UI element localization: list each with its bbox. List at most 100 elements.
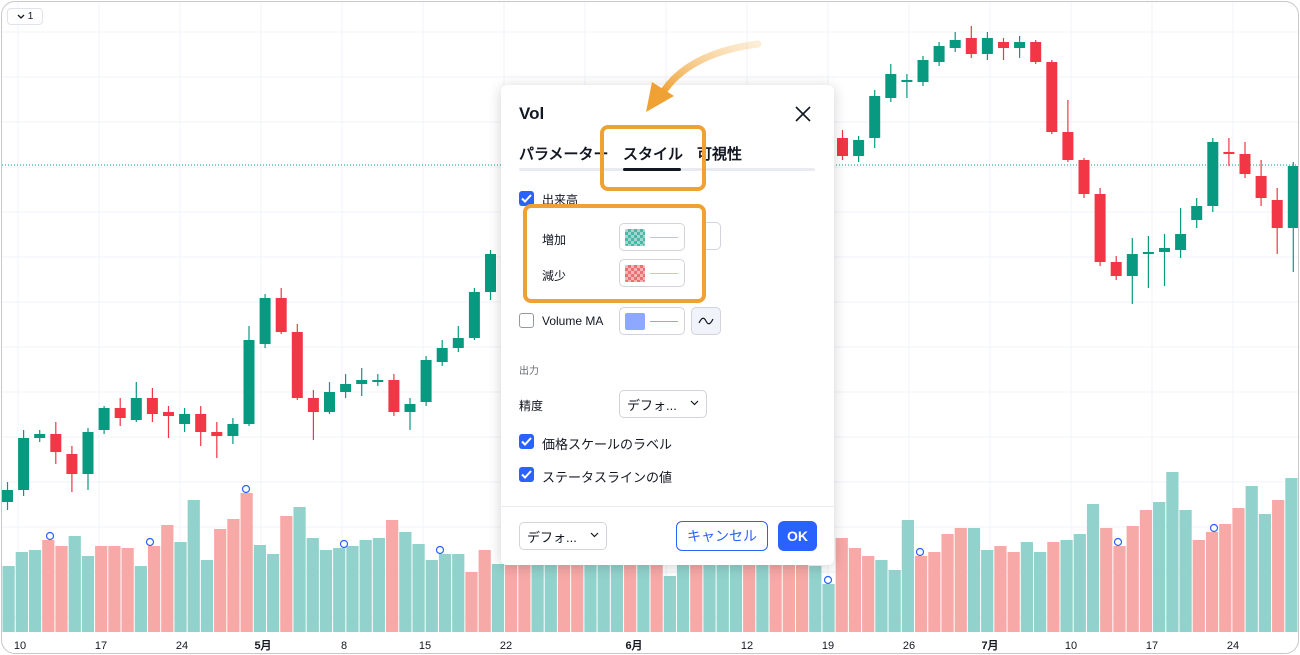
x-axis-tick-label: 8 bbox=[341, 640, 347, 652]
volume-bar bbox=[147, 546, 161, 632]
volume-bar bbox=[293, 507, 306, 632]
volume-bar bbox=[253, 545, 266, 632]
chevron-down-icon bbox=[590, 532, 599, 538]
volume-bar bbox=[280, 516, 293, 632]
status-line-checkbox[interactable] bbox=[519, 467, 534, 482]
x-axis-tick-label: 24 bbox=[176, 640, 188, 652]
volume-bar bbox=[1166, 472, 1179, 632]
volume-bar bbox=[1153, 502, 1166, 632]
marker-icon bbox=[1113, 537, 1123, 547]
falling-color-button[interactable] bbox=[619, 259, 685, 287]
candle-body bbox=[404, 404, 416, 412]
volume-ma-line-preview bbox=[650, 321, 678, 322]
volume-bar bbox=[386, 520, 399, 632]
volume-bar bbox=[1139, 510, 1153, 632]
precision-label: 精度 bbox=[519, 399, 544, 413]
candle-body bbox=[1255, 176, 1267, 198]
dialog-title: Vol bbox=[519, 104, 545, 123]
candle-body bbox=[485, 254, 496, 292]
close-icon[interactable] bbox=[793, 104, 813, 124]
candle-body bbox=[436, 348, 448, 362]
volume-bar bbox=[42, 540, 55, 632]
marker-icon bbox=[45, 531, 55, 541]
volume-bar bbox=[1179, 510, 1192, 632]
volume-bar bbox=[505, 560, 518, 632]
candle-body bbox=[1239, 154, 1251, 174]
growing-color-button[interactable] bbox=[619, 223, 685, 251]
candle-body bbox=[468, 292, 480, 338]
candle-body bbox=[2, 490, 13, 502]
tab-parameters[interactable]: パラメーター bbox=[519, 143, 609, 164]
candle-body bbox=[917, 60, 929, 82]
volume-ma-line-style-button[interactable] bbox=[691, 307, 721, 335]
wave-line-icon bbox=[698, 317, 714, 325]
candle-body bbox=[66, 454, 78, 474]
checkmark-icon bbox=[521, 437, 532, 446]
volume-bar bbox=[994, 546, 1007, 632]
volume-bar bbox=[967, 528, 981, 632]
volume-bar bbox=[1100, 528, 1113, 632]
candle-body bbox=[901, 80, 913, 82]
precision-select[interactable]: デフォ... bbox=[619, 390, 707, 418]
volume-ma-color-button[interactable] bbox=[619, 307, 685, 335]
volume-bar bbox=[425, 560, 438, 632]
volume-bar bbox=[1073, 534, 1086, 632]
defaults-select[interactable]: デフォ... bbox=[519, 522, 607, 550]
checkmark-icon bbox=[521, 470, 532, 479]
volume-bar bbox=[1205, 532, 1219, 632]
price-scale-label-checkbox[interactable] bbox=[519, 434, 534, 449]
candle-body bbox=[82, 432, 94, 474]
candle-body bbox=[1062, 132, 1074, 160]
volume-bar bbox=[888, 570, 901, 632]
candle-body bbox=[307, 398, 319, 412]
candle-body bbox=[1046, 62, 1058, 132]
volume-bar bbox=[2, 566, 15, 632]
pane-toggle-button[interactable]: 1 bbox=[7, 8, 43, 25]
volume-bar bbox=[835, 538, 848, 632]
volume-bar bbox=[55, 546, 68, 632]
cancel-button[interactable]: キャンセル bbox=[676, 521, 768, 551]
marker-icon bbox=[339, 539, 349, 549]
candle-body bbox=[1207, 142, 1219, 206]
volume-bar bbox=[650, 554, 663, 632]
candle-body bbox=[885, 74, 897, 98]
volume-bar bbox=[346, 546, 359, 632]
candle-body bbox=[179, 414, 191, 424]
candle-body bbox=[1159, 248, 1170, 252]
status-line-label-text: ステータスラインの値 bbox=[542, 470, 673, 485]
volume-bar bbox=[1258, 514, 1272, 632]
pane-count: 1 bbox=[27, 11, 34, 22]
candle-body bbox=[340, 384, 352, 392]
x-axis-tick-label: 10 bbox=[1065, 640, 1077, 652]
defaults-value: デフォ... bbox=[527, 529, 577, 545]
chevron-down-icon bbox=[17, 14, 25, 19]
volume-ma-color-swatch bbox=[625, 313, 645, 330]
candle-body bbox=[195, 414, 207, 432]
volume-bar bbox=[795, 556, 809, 632]
volume-bar bbox=[1034, 552, 1047, 632]
candle-body bbox=[1287, 166, 1298, 228]
volume-ma-checkbox[interactable] bbox=[519, 313, 534, 328]
falling-label: 減少 bbox=[542, 269, 567, 283]
volume-bar bbox=[848, 548, 862, 632]
volume-bar bbox=[95, 546, 108, 632]
candle-body bbox=[981, 38, 993, 54]
volume-bar bbox=[491, 564, 505, 632]
style-tab-highlight bbox=[600, 125, 706, 191]
candle-body bbox=[452, 338, 464, 348]
volume-bar bbox=[782, 556, 795, 632]
falling-line-preview bbox=[650, 273, 678, 274]
volume-bar bbox=[161, 525, 174, 632]
volume-bar bbox=[1126, 526, 1139, 632]
volume-bar bbox=[214, 529, 227, 632]
candle-body bbox=[998, 42, 1009, 48]
growing-label: 増加 bbox=[542, 233, 567, 247]
volume-bar bbox=[108, 546, 121, 632]
volume-bar bbox=[81, 556, 95, 632]
x-axis-tick-label: 17 bbox=[95, 640, 107, 652]
volume-bar bbox=[1245, 486, 1258, 632]
volume-bar bbox=[174, 542, 187, 632]
volume-bar bbox=[28, 550, 42, 632]
ok-button[interactable]: OK bbox=[778, 521, 817, 551]
candle-body bbox=[146, 398, 158, 414]
